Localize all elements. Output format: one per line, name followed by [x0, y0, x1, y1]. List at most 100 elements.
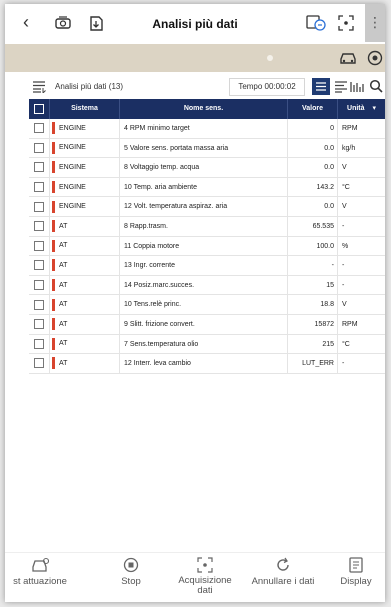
display-icon [349, 557, 363, 573]
row-system: ENGINE [59, 183, 86, 191]
row-sensor-name: 12 Volt. temperatura aspiraz. aria [119, 197, 287, 216]
row-checkbox[interactable] [29, 319, 49, 330]
row-checkbox[interactable] [29, 142, 49, 153]
checkbox-box[interactable] [34, 201, 44, 212]
table-row[interactable]: ENGINE 5 Valore sens. portata massa aria 0… [29, 138, 385, 159]
clear-data-button[interactable]: Annullare i dati [243, 557, 323, 587]
row-sensor-name: 8 Voltaggio temp. acqua [119, 158, 287, 177]
row-system: AT [59, 242, 68, 250]
checkbox-box[interactable] [34, 162, 44, 173]
clear-data-label: Annullare i dati [251, 576, 315, 587]
table-row[interactable]: AT 14 Posiz.marc.succes. 15- [29, 275, 385, 296]
stop-icon [123, 557, 139, 573]
row-system: AT [59, 301, 68, 309]
focus-capture-icon[interactable] [338, 15, 354, 31]
list-view-icon[interactable] [312, 78, 330, 95]
data-list-icon [33, 81, 46, 93]
column-header-name[interactable]: Nome sens. [119, 99, 287, 119]
record-settings-icon[interactable] [306, 15, 326, 31]
checkbox-box[interactable] [34, 260, 44, 271]
row-checkbox[interactable] [29, 240, 49, 251]
vci-status-icon[interactable] [367, 50, 383, 66]
checkbox-box[interactable] [34, 221, 44, 232]
data-table: Sistema Nome sens. Valore Unità ▾ ENGINE… [29, 99, 385, 374]
system-flag-icon [52, 141, 55, 154]
row-sensor-name: 9 Slitt. frizione convert. [119, 314, 287, 334]
table-row[interactable]: ENGINE 10 Temp. aria ambiente 143.2 °C [29, 177, 385, 198]
checkbox-box[interactable] [34, 319, 44, 330]
system-flag-icon [52, 200, 55, 213]
row-checkbox[interactable] [29, 182, 49, 193]
table-row[interactable]: AT 8 Rapp.trasm. 65.535- [29, 216, 385, 237]
row-checkbox[interactable] [29, 338, 49, 349]
row-system: AT [59, 281, 68, 289]
row-system: AT [59, 222, 68, 230]
row-system: AT [59, 320, 68, 328]
data-toolbar: Analisi più dati (13) Tempo 00:00:02 [5, 76, 385, 98]
row-checkbox[interactable] [29, 299, 49, 310]
table-row[interactable]: ENGINE 4 RPM minimo target 0 RPM [29, 119, 385, 139]
text-view-icon[interactable] [332, 78, 350, 95]
row-checkbox[interactable] [29, 260, 49, 271]
column-header-unit-label: Unità [347, 105, 365, 112]
more-menu-button[interactable]: ⋮ [365, 4, 385, 42]
table-row[interactable]: AT 12 Interr. leva cambio LUT_ERR - [29, 354, 385, 374]
car-connection-icon[interactable] [339, 51, 357, 65]
table-row[interactable]: AT 7 Sens.temperatura olio 215 °C [29, 334, 385, 355]
stop-button[interactable]: Stop [101, 557, 161, 587]
row-value: 143.2 [287, 177, 337, 197]
capture-data-button[interactable]: Acquisizione dati [170, 557, 240, 596]
row-sensor-name: 11 Coppia motore [119, 236, 287, 256]
row-sensor-name: 8 Rapp.trasm. [119, 216, 287, 236]
table-row[interactable]: AT 9 Slitt. frizione convert. 15872 RPM [29, 314, 385, 335]
checkbox-box[interactable] [34, 142, 44, 153]
graph-view-icon[interactable] [349, 79, 365, 94]
column-header-unit[interactable]: Unità ▾ [337, 99, 385, 119]
table-row[interactable]: AT 13 Ingr. corrente - - [29, 256, 385, 276]
table-row[interactable]: AT 10 Tens.relè princ. 18.8 V [29, 295, 385, 315]
capture-icon [197, 557, 213, 573]
display-button[interactable]: Display [327, 557, 385, 587]
select-all-checkbox[interactable] [29, 104, 49, 114]
search-icon[interactable] [369, 79, 383, 93]
row-value: 0.0 [287, 197, 337, 216]
row-checkbox[interactable] [29, 358, 49, 369]
row-sensor-name: 4 RPM minimo target [119, 119, 287, 138]
row-sensor-name: 10 Tens.relè princ. [119, 295, 287, 314]
checkbox-box[interactable] [34, 123, 44, 134]
row-unit: RPM [337, 314, 385, 334]
checkbox-box[interactable] [34, 299, 44, 310]
row-system-cell: ENGINE [49, 158, 119, 177]
actuation-test-button[interactable]: st attuazione [5, 557, 75, 587]
column-header-system[interactable]: Sistema [49, 99, 119, 119]
row-value: 0.0 [287, 158, 337, 177]
column-header-value[interactable]: Valore [287, 99, 337, 119]
checkbox-box[interactable] [34, 338, 44, 349]
row-unit: V [337, 295, 385, 314]
table-body: ENGINE 4 RPM minimo target 0 RPM ENGINE 5 Val… [29, 119, 385, 374]
status-bar [5, 44, 385, 72]
row-system: ENGINE [59, 124, 86, 132]
elapsed-time: Tempo 00:00:02 [229, 78, 305, 96]
checkbox-box[interactable] [34, 280, 44, 291]
table-row[interactable]: ENGINE 8 Voltaggio temp. acqua 0.0 V [29, 158, 385, 178]
checkbox-box[interactable] [34, 182, 44, 193]
row-unit: V [337, 197, 385, 216]
row-system-cell: ENGINE [49, 197, 119, 216]
system-flag-icon [52, 181, 55, 194]
row-checkbox[interactable] [29, 123, 49, 134]
display-label: Display [340, 576, 372, 587]
row-checkbox[interactable] [29, 201, 49, 212]
bottom-action-bar: st attuazione Stop Acquisizione dati Ann… [5, 552, 385, 602]
top-bar: ‹ Analisi più dati ⋮ [5, 4, 385, 44]
row-checkbox[interactable] [29, 221, 49, 232]
row-checkbox[interactable] [29, 280, 49, 291]
row-unit: - [337, 354, 385, 373]
table-row[interactable]: AT 11 Coppia motore 100.0% [29, 236, 385, 257]
status-dot-icon [267, 55, 273, 61]
table-row[interactable]: ENGINE 12 Volt. temperatura aspiraz. aria… [29, 197, 385, 217]
row-checkbox[interactable] [29, 162, 49, 173]
checkbox-box[interactable] [34, 358, 44, 369]
checkbox-box[interactable] [34, 240, 44, 251]
stop-label: Stop [121, 576, 141, 587]
